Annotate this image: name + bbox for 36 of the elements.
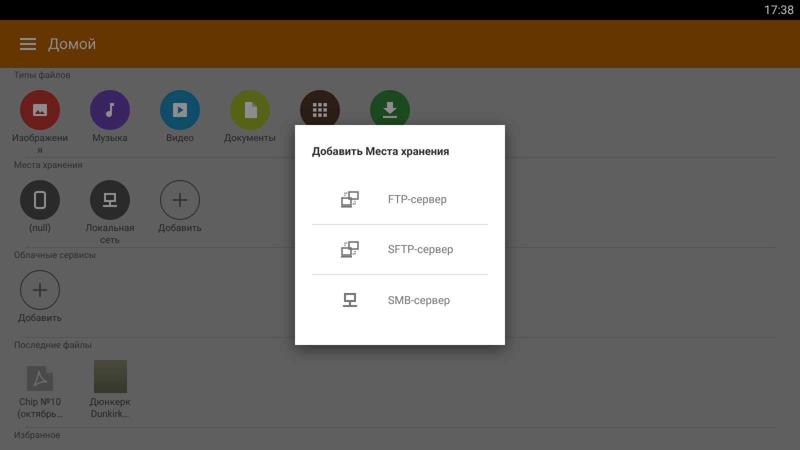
download-icon [383, 102, 397, 118]
item-label: Chip №10 (октябрь… [16, 397, 64, 421]
add-button[interactable] [20, 270, 60, 310]
server-option[interactable]: SFTP-сервер [312, 225, 488, 275]
dialog-title: Добавить Места хранения [312, 145, 450, 160]
item-label: (null) [28, 223, 52, 235]
plus-icon [172, 192, 188, 208]
item-label: Видео [165, 133, 195, 145]
storage-button[interactable] [20, 180, 60, 220]
menu-icon [20, 38, 36, 50]
item-label: Дюнкерк Dunkirk… [88, 397, 132, 421]
clock: 17:38 [764, 3, 794, 17]
computer-icon [342, 292, 358, 308]
item-label: Музыка [91, 133, 129, 145]
server-option[interactable]: FTP-сервер [312, 175, 488, 225]
music-note-icon [104, 102, 116, 118]
network-computers-icon [341, 241, 359, 258]
server-option[interactable]: SMB-сервер [312, 275, 488, 325]
item-label: Локальная сеть [84, 223, 136, 247]
play-icon [172, 102, 188, 118]
add-button[interactable] [160, 180, 200, 220]
item-label: Изображения [12, 133, 68, 157]
document-icon [244, 102, 256, 118]
network-computers-icon [341, 191, 359, 208]
storage-button[interactable] [90, 180, 130, 220]
app-title: Домой [48, 35, 96, 53]
item-label: Добавить [157, 223, 203, 235]
computer-icon [102, 192, 118, 208]
picture-icon [32, 102, 48, 118]
grid-icon [313, 103, 327, 117]
plus-icon [32, 282, 48, 298]
pdf-file-icon[interactable] [26, 364, 54, 392]
phone-icon [34, 191, 46, 209]
menu-button[interactable] [20, 37, 36, 51]
item-label: Документы [223, 133, 277, 145]
item-label: Добавить [17, 313, 63, 325]
